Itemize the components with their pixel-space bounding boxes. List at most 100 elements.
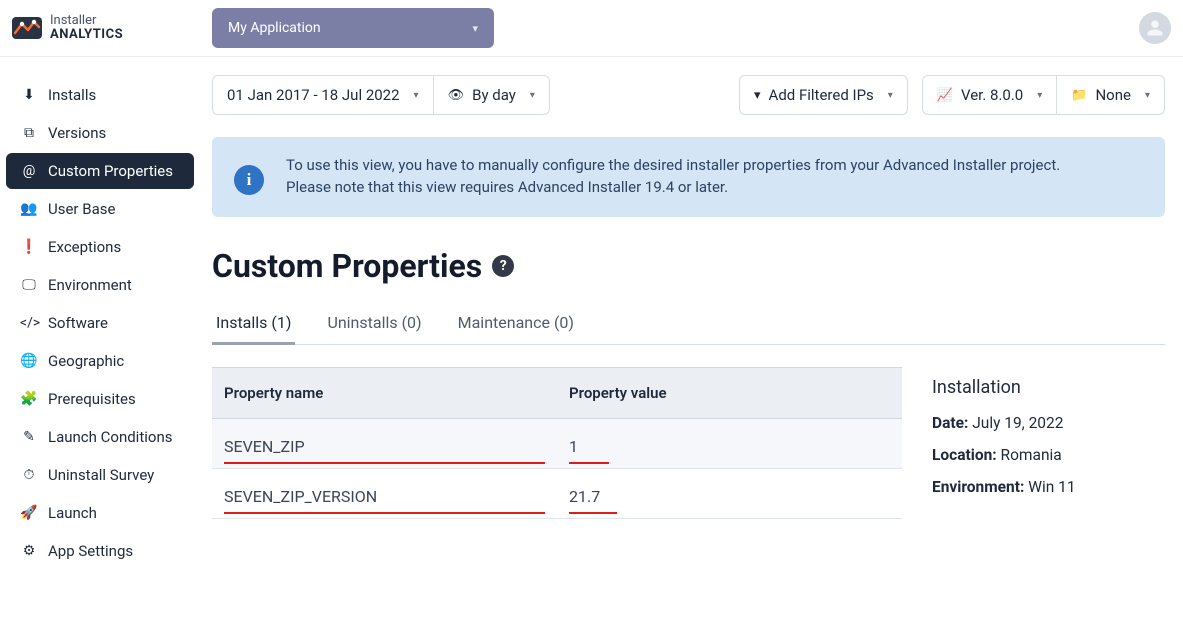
sidebar-item-exceptions[interactable]: ❗ Exceptions (6, 229, 194, 265)
folder-icon: 📁 (1071, 88, 1087, 103)
sidebar-item-label: Environment (48, 276, 132, 294)
granularity-select[interactable]: 👁 By day ▾ (434, 75, 550, 115)
sidebar-item-custom-properties[interactable]: @ Custom Properties (6, 153, 194, 189)
tablist: Installs (1) Uninstalls (0) Maintenance … (212, 303, 1165, 345)
info-icon: i (234, 165, 264, 195)
info-banner: i To use this view, you have to manually… (212, 137, 1165, 217)
filtered-ips-select[interactable]: ▾ Add Filtered IPs ▾ (739, 75, 908, 115)
sidebar-item-label: Exceptions (48, 238, 121, 256)
filter-icon: ▾ (754, 88, 761, 103)
tab-uninstalls[interactable]: Uninstalls (0) (323, 303, 425, 345)
sidebar-item-user-base[interactable]: 👥 User Base (6, 191, 194, 227)
rocket-icon: 🚀 (20, 505, 38, 521)
sidebar-item-app-settings[interactable]: ⚙ App Settings (6, 533, 194, 569)
brand-mark-icon (12, 17, 42, 39)
table-row[interactable]: SEVEN_ZIP 1 (212, 418, 902, 468)
chevron-down-icon: ▾ (1037, 90, 1042, 101)
sidebar-item-label: User Base (48, 200, 115, 218)
version-select[interactable]: 📈 Ver. 8.0.0 ▾ (922, 75, 1057, 115)
date-range-picker[interactable]: 01 Jan 2017 - 18 Jul 2022 ▾ (212, 75, 434, 115)
puzzle-icon: 🧩 (20, 391, 38, 407)
chevron-down-icon: ▾ (472, 22, 478, 35)
filtered-ips-label: Add Filtered IPs (769, 86, 874, 104)
info-line-1: To use this view, you have to manually c… (286, 155, 1060, 177)
chevron-down-icon: ▾ (414, 90, 419, 101)
sidebar-item-label: Geographic (48, 352, 124, 370)
detail-environment: Environment: Win 11 (932, 478, 1076, 496)
tab-label: Uninstalls (0) (327, 313, 421, 332)
sidebar-item-label: Launch Conditions (48, 428, 172, 446)
highlight-underline (569, 512, 617, 514)
tab-maintenance[interactable]: Maintenance (0) (454, 303, 578, 345)
main-content: 01 Jan 2017 - 18 Jul 2022 ▾ 👁 By day ▾ ▾… (200, 57, 1183, 633)
at-icon: @ (20, 163, 38, 179)
installation-detail: Installation Date: July 19, 2022 Locatio… (932, 367, 1076, 520)
code-icon: </> (20, 315, 38, 331)
alert-icon: ❗ (20, 239, 38, 255)
gear-icon: ⚙ (20, 543, 38, 559)
info-line-2: Please note that this view requires Adva… (286, 177, 1060, 199)
help-icon[interactable]: ? (492, 255, 514, 277)
sidebar-item-label: Uninstall Survey (48, 466, 154, 484)
brand-text: Installer ANALYTICS (50, 14, 123, 41)
sidebar-item-software[interactable]: </> Software (6, 305, 194, 341)
detail-date: Date: July 19, 2022 (932, 414, 1076, 432)
detail-location: Location: Romania (932, 446, 1076, 464)
sidebar-item-label: Installs (48, 86, 96, 104)
page-title: Custom Properties (212, 247, 482, 285)
tab-installs[interactable]: Installs (1) (212, 303, 295, 345)
chevron-down-icon: ▾ (530, 90, 535, 101)
sidebar-item-environment[interactable]: 🖵 Environment (6, 267, 194, 303)
brand-logo[interactable]: Installer ANALYTICS (12, 14, 202, 41)
properties-table: Property name Property value SEVEN_ZIP (212, 367, 902, 519)
sidebar-item-label: Custom Properties (48, 162, 173, 180)
sidebar-item-versions[interactable]: ⧉ Versions (6, 115, 194, 151)
gauge-icon: ⏱ (20, 467, 38, 483)
version-label: Ver. 8.0.0 (961, 86, 1023, 104)
topbar: Installer ANALYTICS My Application ▾ (0, 0, 1183, 57)
highlight-underline (224, 512, 545, 514)
sidebar-item-installs[interactable]: ⬇ Installs (6, 77, 194, 113)
filter-bar: 01 Jan 2017 - 18 Jul 2022 ▾ 👁 By day ▾ ▾… (212, 75, 1165, 115)
sidebar-item-label: Software (48, 314, 108, 332)
date-range-label: 01 Jan 2017 - 18 Jul 2022 (227, 86, 400, 104)
sidebar-item-geographic[interactable]: 🌐 Geographic (6, 343, 194, 379)
app-selector-label: My Application (228, 20, 321, 36)
property-name: SEVEN_ZIP (224, 437, 305, 456)
sidebar-item-uninstall-survey[interactable]: ⏱ Uninstall Survey (6, 457, 194, 493)
globe-icon: 🌐 (20, 353, 38, 369)
sidebar-item-label: Launch (48, 504, 97, 522)
tab-label: Installs (1) (216, 313, 291, 332)
chart-area-icon: 📈 (937, 88, 953, 103)
property-value: 21.7 (569, 487, 600, 506)
sidebar-item-label: Versions (48, 124, 106, 142)
property-value: 1 (569, 437, 578, 456)
table-row[interactable]: SEVEN_ZIP_VERSION 21.7 (212, 468, 902, 518)
monitor-icon: 🖵 (20, 277, 38, 293)
chevron-down-icon: ▾ (888, 90, 893, 101)
tab-label: Maintenance (0) (458, 313, 574, 332)
page-title-row: Custom Properties ? (212, 247, 1165, 285)
sidebar-item-launch[interactable]: 🚀 Launch (6, 495, 194, 531)
chevron-down-icon: ▾ (1145, 90, 1150, 101)
highlight-underline (569, 462, 609, 464)
folder-select[interactable]: 📁 None ▾ (1057, 75, 1165, 115)
sidebar: ⬇ Installs ⧉ Versions @ Custom Propertie… (0, 57, 200, 633)
col-property-value: Property value (557, 367, 902, 418)
detail-title: Installation (932, 377, 1076, 398)
user-avatar[interactable] (1139, 12, 1171, 44)
highlight-underline (224, 462, 545, 464)
col-property-name: Property name (212, 367, 557, 418)
sidebar-item-label: Prerequisites (48, 390, 136, 408)
property-name: SEVEN_ZIP_VERSION (224, 487, 377, 506)
copy-icon: ⧉ (20, 125, 38, 141)
granularity-label: By day (472, 86, 516, 104)
sidebar-item-label: App Settings (48, 542, 133, 560)
sidebar-item-launch-conditions[interactable]: ✎ Launch Conditions (6, 419, 194, 455)
folder-label: None (1095, 86, 1131, 104)
sidebar-item-prerequisites[interactable]: 🧩 Prerequisites (6, 381, 194, 417)
edit-icon: ✎ (20, 429, 38, 445)
download-icon: ⬇ (20, 87, 38, 103)
users-icon: 👥 (20, 201, 38, 217)
app-selector[interactable]: My Application ▾ (212, 8, 494, 48)
